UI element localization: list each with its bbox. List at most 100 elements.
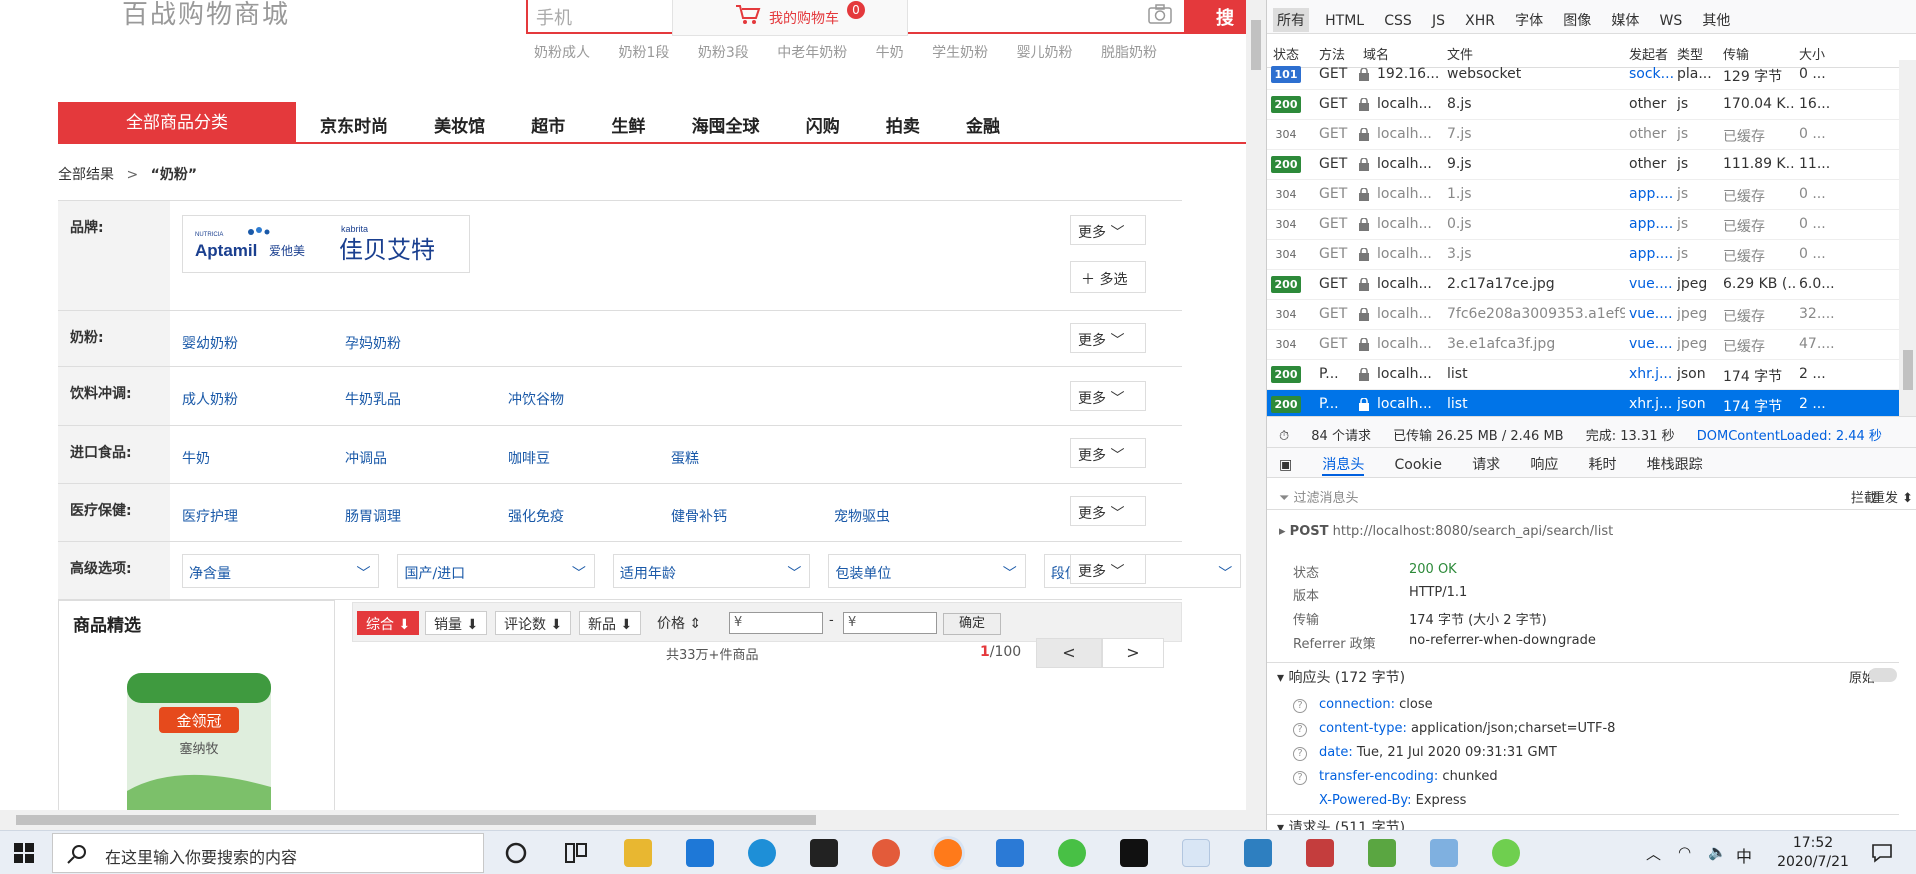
- pdf-icon[interactable]: [1182, 839, 1210, 867]
- search-button[interactable]: 搜索: [1186, 0, 1246, 55]
- tab-timings[interactable]: 耗时: [1588, 454, 1616, 474]
- more-button[interactable]: 更多 ﹀: [1070, 438, 1146, 468]
- tab-media[interactable]: 媒体: [1611, 10, 1639, 30]
- toggle-switch[interactable]: [1869, 668, 1897, 682]
- app-icon[interactable]: [1244, 839, 1272, 867]
- ime-indicator[interactable]: 中: [1736, 843, 1752, 867]
- tab-other[interactable]: 其他: [1702, 10, 1730, 30]
- filter-value[interactable]: 牛奶: [182, 448, 345, 468]
- cell-initiator[interactable]: xhr.j...: [1629, 396, 1673, 412]
- app-icon[interactable]: [1368, 839, 1396, 867]
- sort-price[interactable]: 价格 ⇕: [649, 611, 709, 635]
- camera-icon[interactable]: [1148, 4, 1172, 24]
- cell-initiator[interactable]: sock...: [1629, 66, 1673, 82]
- request-row[interactable]: 304 GET localh... 7fc6e208a3009353.a1ef9b7f…: [1267, 300, 1899, 330]
- request-row[interactable]: 304 GET localh... 3.js app.... js 已缓存 0 ...: [1267, 240, 1899, 270]
- nav-item[interactable]: 海囤全球: [692, 112, 760, 137]
- filter-headers-input[interactable]: 过滤消息头: [1294, 491, 1359, 506]
- filter-value[interactable]: 成人奶粉: [182, 389, 345, 409]
- nav-item[interactable]: 拍卖: [886, 112, 920, 137]
- more-button[interactable]: 更多 ﹀: [1070, 496, 1146, 526]
- more-button[interactable]: 更多 ﹀: [1070, 381, 1146, 411]
- app-icon[interactable]: [872, 839, 900, 867]
- request-row[interactable]: 304 GET localh... 0.js app.... js 已缓存 0 ...: [1267, 210, 1899, 240]
- sort-default[interactable]: 综合 ⬇: [357, 611, 420, 635]
- filter-value[interactable]: 牛奶乳品: [345, 389, 508, 409]
- tab-css[interactable]: CSS: [1384, 13, 1412, 29]
- more-button[interactable]: 更多 ﹀: [1070, 323, 1146, 353]
- tab-stack-trace[interactable]: 堆栈跟踪: [1647, 454, 1703, 474]
- hot-word[interactable]: 奶粉1段: [618, 42, 669, 62]
- nav-item[interactable]: 闪购: [806, 112, 840, 137]
- site-logo[interactable]: 百战购物商城: [122, 0, 290, 31]
- paint-icon[interactable]: [1430, 839, 1458, 867]
- cell-initiator[interactable]: vue....: [1629, 276, 1673, 292]
- option-dropdown[interactable]: 包装单位 ﹀: [828, 554, 1026, 588]
- tab-js[interactable]: JS: [1432, 13, 1445, 29]
- filter-value[interactable]: 强化免疫: [508, 506, 671, 526]
- multi-select-button[interactable]: ＋ 多选: [1070, 261, 1146, 293]
- option-dropdown[interactable]: 国产/进口 ﹀: [397, 554, 595, 588]
- tab-headers[interactable]: 消息头: [1322, 454, 1365, 476]
- more-button[interactable]: 更多 ﹀: [1070, 215, 1146, 245]
- wechat-icon[interactable]: [1058, 839, 1086, 867]
- search-input[interactable]: 手机: [536, 4, 572, 30]
- cell-initiator[interactable]: vue....: [1629, 336, 1673, 352]
- nav-item[interactable]: 京东时尚: [320, 112, 388, 137]
- request-row[interactable]: 304 GET localh... 1.js app.... js 已缓存 0 ...: [1267, 180, 1899, 210]
- request-row[interactable]: 101 GET 192.16... websocket sock... pla... 129…: [1267, 60, 1899, 90]
- panel-icon[interactable]: ▣: [1279, 457, 1292, 473]
- filter-value[interactable]: 咖啡豆: [508, 448, 671, 468]
- filter-value[interactable]: 冲饮谷物: [508, 389, 671, 409]
- request-row[interactable]: 200 P... localh... list xhr.j... json 174 字节 2 …: [1267, 390, 1899, 416]
- request-row[interactable]: 304 GET localh... 7.js other js 已缓存 0 ...: [1267, 120, 1899, 150]
- help-icon[interactable]: ?: [1293, 747, 1307, 761]
- chevron-up-icon[interactable]: ︿: [1646, 843, 1661, 864]
- request-row[interactable]: 304 GET localh... 3e.e1afca3f.jpg vue.... jpe…: [1267, 330, 1899, 360]
- terminal-icon[interactable]: [1120, 839, 1148, 867]
- wifi-icon[interactable]: ◠: [1678, 843, 1691, 861]
- hot-word[interactable]: 婴儿奶粉: [1017, 42, 1073, 62]
- next-page-button[interactable]: >: [1102, 638, 1164, 668]
- request-row[interactable]: 200 GET localh... 8.js other js 170.04 K... 16.…: [1267, 90, 1899, 120]
- resend-button[interactable]: 重发 ⬍: [1872, 487, 1913, 506]
- hot-word[interactable]: 脱脂奶粉: [1101, 42, 1157, 62]
- hot-word[interactable]: 奶粉3段: [698, 42, 749, 62]
- help-icon[interactable]: ?: [1293, 771, 1307, 785]
- cell-initiator[interactable]: other: [1629, 96, 1673, 112]
- task-view-icon[interactable]: [562, 839, 590, 867]
- filter-value[interactable]: 冲调品: [345, 448, 508, 468]
- windows-start-icon[interactable]: [14, 843, 34, 863]
- filter-value[interactable]: 孕妈奶粉: [345, 333, 508, 353]
- app-icon[interactable]: [1492, 839, 1520, 867]
- aptamil-logo[interactable]: NUTRICIA Aptamil 爱他美: [193, 226, 323, 266]
- price-max-input[interactable]: ¥: [843, 612, 937, 634]
- scroll-thumb[interactable]: [1903, 350, 1913, 390]
- sort-sales[interactable]: 销量 ⬇: [425, 611, 488, 635]
- cell-initiator[interactable]: app....: [1629, 216, 1673, 232]
- filter-value[interactable]: 医疗护理: [182, 506, 345, 526]
- volume-icon[interactable]: 🔈: [1708, 843, 1727, 861]
- option-dropdown[interactable]: 净含量 ﹀: [182, 554, 380, 588]
- help-icon[interactable]: ?: [1293, 723, 1307, 737]
- nav-item[interactable]: 金融: [966, 112, 1000, 137]
- cell-initiator[interactable]: xhr.j...: [1629, 366, 1673, 382]
- cell-initiator[interactable]: other: [1629, 156, 1673, 172]
- hot-word[interactable]: 奶粉成人: [534, 42, 590, 62]
- nav-item[interactable]: 生鲜: [611, 112, 645, 137]
- scroll-thumb[interactable]: [16, 815, 816, 825]
- breadcrumb-root[interactable]: 全部结果: [58, 167, 114, 183]
- scroll-thumb[interactable]: [1251, 20, 1261, 70]
- edge-icon[interactable]: [748, 839, 776, 867]
- option-dropdown[interactable]: 适用年龄 ﹀: [612, 554, 811, 588]
- mail-icon[interactable]: [686, 839, 714, 867]
- filter-value[interactable]: 健骨补钙: [671, 506, 834, 526]
- header-filter[interactable]: ⏷ 过滤消息头 拦截 重发 ⬍: [1267, 480, 1916, 510]
- response-headers-section[interactable]: ▾ 响应头 (172 字节) 原始: [1267, 662, 1899, 688]
- nav-item[interactable]: 美妆馆: [434, 112, 485, 137]
- firefox-icon[interactable]: [934, 839, 962, 867]
- request-headers-section[interactable]: ▾ 请求头 (511 字节): [1267, 814, 1899, 830]
- cart-button[interactable]: 我的购物车 0: [672, 0, 908, 36]
- tab-cookies[interactable]: Cookie: [1395, 457, 1443, 473]
- kabrita-logo[interactable]: kabrita 佳贝艾特: [339, 222, 469, 268]
